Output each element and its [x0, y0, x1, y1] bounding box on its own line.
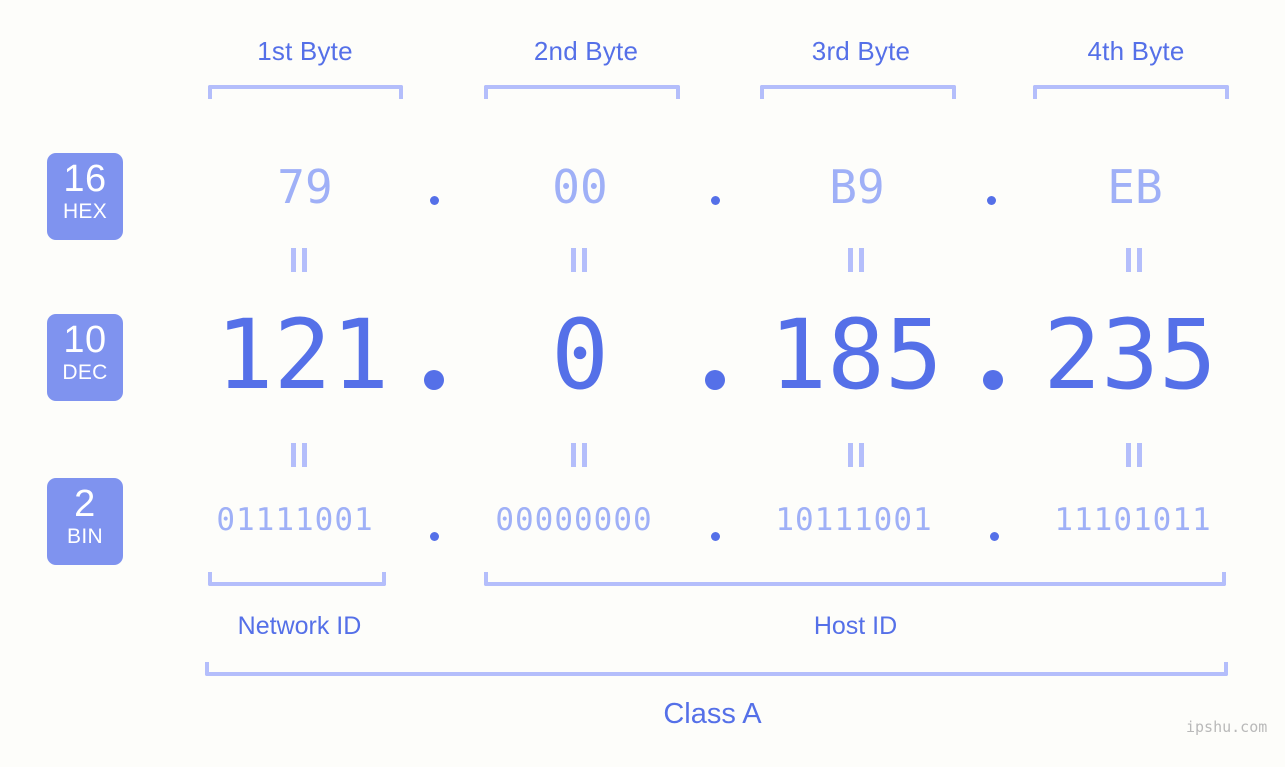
bin-separator-3: [990, 532, 999, 541]
dec-separator-2: [705, 370, 725, 390]
bin-byte-2: 00000000: [495, 502, 653, 538]
bin-separator-2: [711, 532, 720, 541]
dec-byte-1: 121: [215, 299, 390, 411]
radix-badge-bin: 2 BIN: [47, 478, 123, 565]
host-id-bracket: [484, 572, 1226, 586]
site-watermark: ipshu.com: [1186, 718, 1268, 736]
radix-badge-hex-name: HEX: [62, 200, 108, 223]
equals-mark-dec-bin-1: [291, 443, 308, 467]
dec-byte-4: 235: [1043, 299, 1217, 411]
equals-mark-hex-dec-1: [291, 248, 308, 272]
byte-bracket-1: [208, 85, 403, 99]
radix-badge-bin-name: BIN: [67, 525, 103, 548]
hex-separator-3: [987, 196, 996, 205]
radix-badge-hex: 16 HEX: [47, 153, 123, 240]
bin-byte-3: 10111001: [775, 502, 933, 538]
dec-separator-1: [424, 370, 444, 390]
host-id-label: Host ID: [813, 612, 898, 640]
hex-separator-2: [711, 196, 720, 205]
hex-byte-1: 79: [277, 160, 333, 214]
ip-address-breakdown-diagram: 1st Byte 2nd Byte 3rd Byte 4th Byte 16 H…: [0, 0, 1285, 767]
equals-mark-dec-bin-2: [571, 443, 588, 467]
equals-mark-hex-dec-2: [571, 248, 588, 272]
bin-byte-4: 11101011: [1054, 502, 1212, 538]
equals-mark-hex-dec-4: [1126, 248, 1143, 272]
byte-header-4: 4th Byte: [1087, 36, 1185, 66]
hex-separator-1: [430, 196, 439, 205]
byte-bracket-2: [484, 85, 680, 99]
radix-badge-hex-number: 16: [63, 158, 107, 200]
radix-badge-bin-number: 2: [74, 483, 96, 525]
network-id-label: Network ID: [237, 612, 362, 640]
hex-byte-2: 00: [552, 160, 608, 214]
dec-separator-3: [983, 370, 1003, 390]
hex-byte-3: B9: [829, 160, 885, 214]
byte-bracket-4: [1033, 85, 1229, 99]
byte-header-2: 2nd Byte: [533, 36, 639, 66]
byte-bracket-3: [760, 85, 956, 99]
radix-badge-dec-name: DEC: [62, 361, 108, 384]
dec-byte-3: 185: [769, 299, 943, 411]
radix-badge-dec-number: 10: [63, 319, 107, 361]
bin-separator-1: [430, 532, 439, 541]
equals-mark-dec-bin-3: [848, 443, 865, 467]
network-id-bracket: [208, 572, 386, 586]
equals-mark-dec-bin-4: [1126, 443, 1143, 467]
hex-byte-4: EB: [1107, 160, 1163, 214]
equals-mark-hex-dec-3: [848, 248, 865, 272]
dec-byte-2: 0: [551, 299, 609, 411]
class-bracket: [205, 662, 1228, 676]
byte-header-3: 3rd Byte: [811, 36, 911, 66]
byte-header-1: 1st Byte: [257, 36, 353, 66]
radix-badge-dec: 10 DEC: [47, 314, 123, 401]
bin-byte-1: 01111001: [216, 502, 374, 538]
class-label: Class A: [663, 698, 762, 730]
